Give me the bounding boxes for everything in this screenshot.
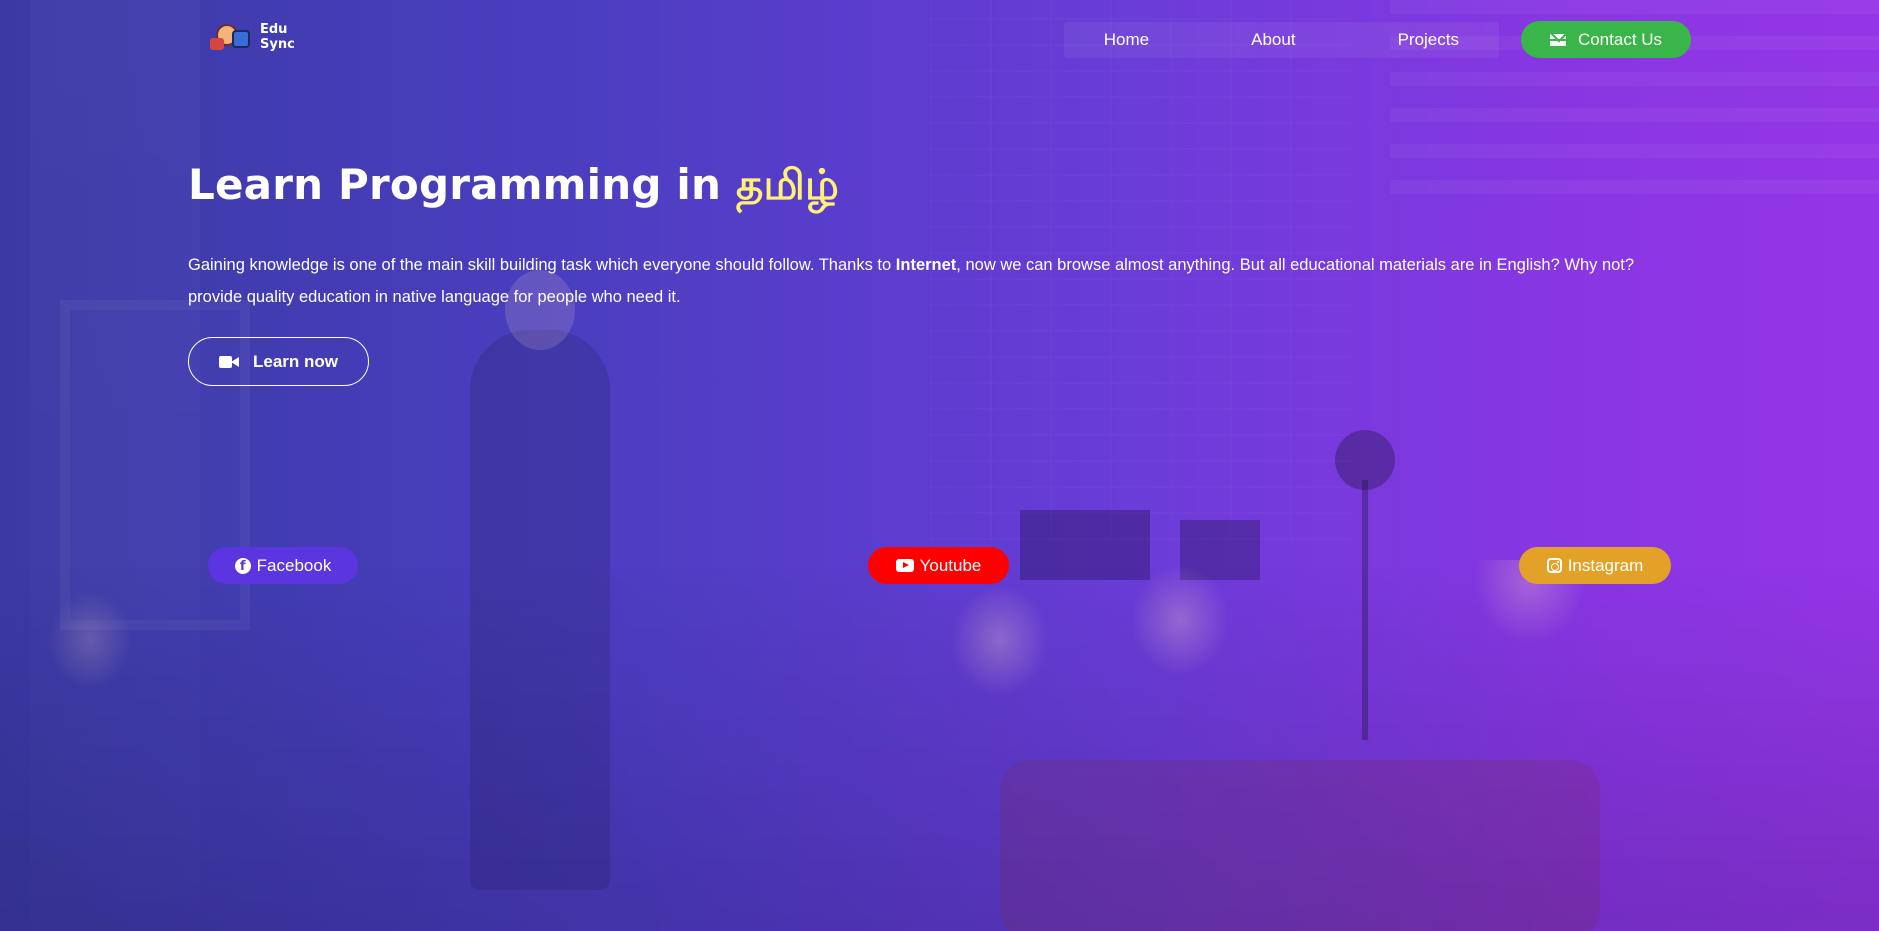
instagram-icon: [1546, 558, 1562, 573]
contact-us-label: Contact Us: [1577, 29, 1663, 49]
video-camera-icon: [218, 355, 239, 369]
instagram-label: Instagram: [1567, 555, 1644, 575]
brand-logo[interactable]: Edu Sync: [210, 20, 295, 54]
nav-item-about[interactable]: About: [1211, 22, 1335, 58]
facebook-icon: f: [234, 557, 251, 574]
background-couch: [1000, 760, 1600, 931]
nav-item-home[interactable]: Home: [1064, 22, 1189, 58]
learn-now-button[interactable]: Learn now: [188, 337, 369, 386]
facebook-button[interactable]: f Facebook: [208, 547, 358, 584]
nav-links: Home About Projects: [1063, 22, 1499, 58]
envelope-icon: [1549, 33, 1566, 46]
nav-item-projects[interactable]: Projects: [1358, 22, 1499, 58]
youtube-label: Youtube: [919, 555, 982, 575]
facebook-label: Facebook: [256, 555, 332, 575]
hero-title-accent: தமிழ்: [735, 160, 840, 209]
hero-desc-part1: Gaining knowledge is one of the main ski…: [188, 256, 896, 274]
brand-name-line2: Sync: [260, 37, 295, 52]
brand-name: Edu Sync: [260, 22, 295, 52]
learn-now-label: Learn now: [252, 351, 338, 371]
instagram-button[interactable]: Instagram: [1519, 547, 1671, 584]
hero-section: Learn Programming in தமிழ் Gaining knowl…: [188, 160, 1648, 313]
contact-us-button[interactable]: Contact Us: [1521, 21, 1691, 58]
youtube-button[interactable]: Youtube: [868, 547, 1009, 584]
hero-title-prefix: Learn Programming in: [188, 160, 736, 209]
top-navbar: Edu Sync Home About Projects Contact Us: [0, 18, 1879, 60]
hero-desc-bold: Internet: [895, 256, 957, 274]
logo-icon: [210, 20, 254, 54]
hero-title: Learn Programming in தமிழ்: [188, 160, 1648, 215]
brand-name-line1: Edu: [260, 22, 288, 37]
hero-background-image: [0, 0, 1879, 931]
hero-description: Gaining knowledge is one of the main ski…: [188, 249, 1648, 313]
youtube-icon: [895, 559, 914, 572]
